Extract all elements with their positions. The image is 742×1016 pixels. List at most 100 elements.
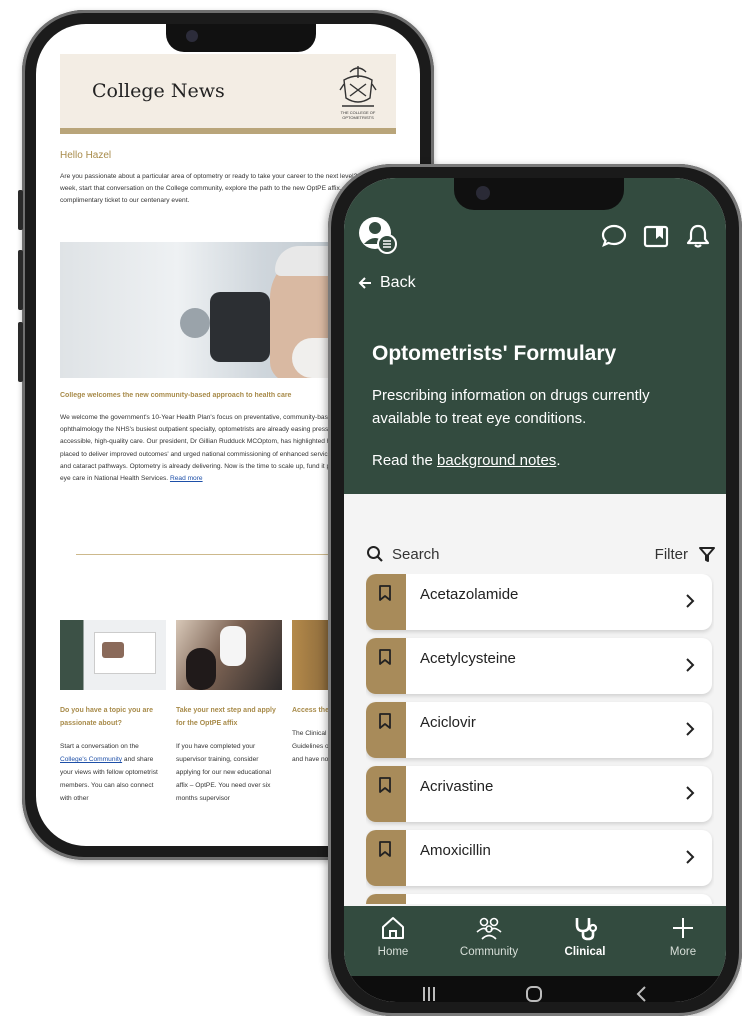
tab-community[interactable]: Community bbox=[444, 914, 534, 958]
notch bbox=[166, 24, 316, 52]
bookmark-icon bbox=[379, 713, 391, 729]
tab-home[interactable]: Home bbox=[348, 914, 438, 958]
bookmark-tab[interactable] bbox=[366, 830, 406, 886]
drug-name: Acetazolamide bbox=[420, 586, 519, 603]
system-nav-bar bbox=[344, 976, 726, 1002]
filter-button[interactable]: Filter bbox=[655, 545, 716, 563]
side-button bbox=[18, 190, 23, 230]
community-icon bbox=[476, 917, 502, 940]
drug-name: Amoxicillin bbox=[420, 842, 491, 859]
formulary-header: Back Optometrists' Formulary Prescribing… bbox=[344, 178, 726, 494]
background-notes-line: Read the background notes. bbox=[372, 452, 560, 469]
home-icon bbox=[382, 917, 404, 939]
drug-list-item[interactable]: Amoxicillin bbox=[366, 830, 712, 886]
tab-clinical[interactable]: Clinical bbox=[540, 914, 630, 958]
search-label: Search bbox=[392, 545, 440, 563]
recent-apps-icon[interactable] bbox=[420, 984, 438, 1002]
stethoscope-icon bbox=[575, 918, 598, 941]
photo-detail bbox=[210, 292, 270, 362]
card-image bbox=[292, 620, 332, 690]
tab-label: More bbox=[669, 946, 697, 958]
card-body: The Clinical Management Guidelines on ph… bbox=[292, 730, 332, 763]
card-community[interactable]: Do you have a topic you are passionate a… bbox=[60, 620, 166, 805]
profile-menu-icon[interactable] bbox=[358, 216, 398, 256]
bookmark-icon bbox=[379, 649, 391, 665]
card-image-detail bbox=[220, 626, 246, 666]
card-image bbox=[60, 620, 166, 690]
bookmark-icon bbox=[379, 841, 391, 857]
card-optpe[interactable]: Take your next step and apply for the Op… bbox=[176, 620, 282, 805]
back-label: Back bbox=[380, 274, 416, 291]
drug-list-item[interactable] bbox=[366, 894, 712, 904]
notes-text: . bbox=[556, 452, 561, 469]
bookmark-icon bbox=[379, 777, 391, 793]
drug-list-item[interactable]: Acetylcysteine bbox=[366, 638, 712, 694]
plus-icon bbox=[673, 918, 693, 938]
greeting: Hello Hazel bbox=[60, 150, 112, 161]
page-title: Optometrists' Formulary bbox=[372, 342, 617, 365]
drug-list-item[interactable]: Aciclovir bbox=[366, 702, 712, 758]
back-nav-icon[interactable] bbox=[634, 984, 650, 1002]
notes-text: Read the bbox=[372, 452, 438, 469]
photo-detail bbox=[180, 308, 210, 338]
card-title: Take your next step and apply for the Op… bbox=[176, 707, 276, 727]
bookmark-tab[interactable] bbox=[366, 574, 406, 630]
chevron-right-icon bbox=[686, 786, 695, 800]
formulary-screen: Back Optometrists' Formulary Prescribing… bbox=[344, 178, 726, 1002]
read-more-link[interactable]: Read more bbox=[170, 475, 203, 482]
bookmark-tab[interactable] bbox=[366, 638, 406, 694]
drug-name: Aciclovir bbox=[420, 714, 476, 731]
card-image bbox=[176, 620, 282, 690]
tab-label: Home bbox=[377, 946, 409, 958]
search-filter-row: Search Filter bbox=[366, 542, 716, 566]
page-subtitle: Prescribing information on drugs current… bbox=[372, 387, 650, 427]
tab-label: Community bbox=[459, 946, 519, 958]
drug-name: Acetylcysteine bbox=[420, 650, 516, 667]
background-notes-link[interactable]: background notes bbox=[437, 452, 556, 469]
bookmarks-icon[interactable] bbox=[642, 222, 670, 250]
card-body: Start a conversation on the College's Co… bbox=[60, 740, 166, 805]
bookmark-tab[interactable] bbox=[366, 894, 406, 904]
header-actions bbox=[600, 222, 712, 250]
card-title: Do you have a topic you are passionate a… bbox=[60, 707, 153, 727]
bookmark-icon bbox=[379, 585, 391, 601]
tab-more[interactable]: More bbox=[638, 914, 726, 958]
chevron-right-icon bbox=[686, 722, 695, 736]
tab-label: Clinical bbox=[564, 946, 606, 958]
search-field[interactable]: Search bbox=[366, 545, 440, 563]
chevron-right-icon bbox=[686, 850, 695, 864]
community-link[interactable]: College's Community bbox=[60, 756, 122, 763]
card-title: Access the CMGs on the app bbox=[292, 707, 332, 714]
filter-icon bbox=[699, 547, 715, 562]
college-crest-icon: THE COLLEGE OF OPTOMETRISTS bbox=[339, 66, 377, 120]
svg-text:OPTOMETRISTS: OPTOMETRISTS bbox=[342, 115, 374, 120]
back-button[interactable]: Back bbox=[358, 274, 416, 292]
home-button-icon[interactable] bbox=[524, 984, 544, 1002]
volume-up-button bbox=[18, 250, 23, 310]
chat-icon[interactable] bbox=[600, 222, 628, 250]
search-icon bbox=[367, 546, 383, 562]
notifications-icon[interactable] bbox=[684, 222, 712, 250]
front-phone: Back Optometrists' Formulary Prescribing… bbox=[328, 164, 742, 1016]
filter-label: Filter bbox=[654, 545, 688, 563]
drug-list-item[interactable]: Acetazolamide bbox=[366, 574, 712, 630]
card-body: If you have completed your supervisor tr… bbox=[176, 743, 271, 802]
drug-name: Acrivastine bbox=[420, 778, 494, 795]
bookmark-tab[interactable] bbox=[366, 702, 406, 758]
bookmark-tab[interactable] bbox=[366, 766, 406, 822]
card-text: Start a conversation on the bbox=[60, 743, 139, 750]
notch bbox=[454, 178, 624, 210]
camera bbox=[186, 30, 198, 42]
arrow-left-icon bbox=[358, 277, 371, 289]
chevron-right-icon bbox=[686, 658, 695, 672]
card-cmg[interactable]: Access the CMGs on the app The Clinical … bbox=[292, 620, 332, 766]
newsletter-header: College News THE COLLEGE OF OPTOMETRISTS bbox=[60, 54, 396, 134]
camera bbox=[476, 186, 490, 200]
chevron-right-icon bbox=[686, 594, 695, 608]
card-image-detail bbox=[102, 642, 124, 658]
drug-list-item[interactable]: Acrivastine bbox=[366, 766, 712, 822]
bottom-tab-bar: Home Community Clinical More bbox=[344, 906, 726, 976]
newsletter-title: College News bbox=[92, 80, 225, 102]
volume-down-button bbox=[18, 322, 23, 382]
drug-list: Acetazolamide Acetylcysteine Aciclovir Acri… bbox=[366, 574, 714, 904]
